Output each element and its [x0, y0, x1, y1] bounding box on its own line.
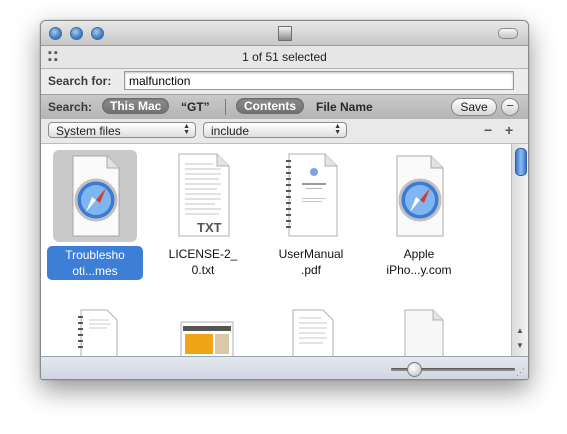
search-row: Search for: [41, 69, 528, 93]
search-input[interactable] [124, 71, 514, 90]
icon-size-slider-knob[interactable] [407, 362, 422, 377]
file-caption[interactable]: Troublesho oti...mes [47, 246, 143, 280]
pdf-document-icon [78, 309, 118, 356]
scope-separator [225, 99, 226, 115]
scope-file-name-button[interactable]: File Name [316, 100, 373, 114]
safari-document-icon [396, 155, 444, 237]
scroll-up-arrow-icon[interactable]: ▲ [516, 326, 524, 335]
selection-status: 1 of 51 selected [242, 50, 327, 64]
text-document-icon [292, 309, 334, 356]
file-thumbnail[interactable]: TXT [161, 150, 245, 242]
finder-search-window: ▪▪▪▪ 1 of 51 selected Search for: Search… [40, 20, 529, 380]
scope-contents-button[interactable]: Contents [236, 98, 304, 114]
resize-grip-icon[interactable]: ⋰ [516, 368, 525, 377]
status-bar: ▪▪ ▪▪ 1 of 51 selected [41, 46, 528, 69]
remove-search-button[interactable]: − [501, 98, 519, 116]
safari-document-icon [72, 155, 120, 237]
remove-criterion-button[interactable]: − [484, 122, 492, 138]
bottom-bar: ⋰ [41, 356, 528, 379]
title-bar[interactable] [41, 21, 528, 46]
kind-popup[interactable]: System files ▲ ▼ [48, 122, 196, 138]
scroll-thumb[interactable] [515, 148, 527, 176]
results-icon-view: Troublesho oti...mes TXT LICENSE-2_ 0.tx… [41, 144, 511, 356]
vertical-scrollbar[interactable]: ▲ ▼ [511, 144, 528, 356]
file-thumbnail[interactable] [269, 150, 353, 242]
kind-popup-value: System files [56, 124, 121, 138]
scope-gt-button[interactable]: “GT” [181, 100, 210, 114]
toolbar-toggle-button[interactable] [498, 28, 518, 39]
scope-label: Search: [48, 100, 93, 114]
scope-this-mac-button[interactable]: This Mac [102, 98, 170, 114]
minimize-button[interactable] [70, 27, 83, 40]
folder-proxy-icon[interactable] [278, 26, 292, 41]
popup-arrows-icon: ▲ ▼ [183, 123, 190, 136]
file-caption[interactable]: UserManual .pdf [263, 246, 359, 278]
file-thumbnail[interactable] [377, 150, 461, 242]
popup-arrows-icon: ▲ ▼ [334, 123, 341, 136]
mode-popup-value: include [211, 124, 250, 138]
pdf-document-icon [180, 321, 234, 356]
add-criterion-button[interactable]: + [505, 122, 513, 138]
file-caption[interactable]: Apple iPho...y.com [371, 246, 467, 278]
blank-document-icon [404, 309, 444, 356]
close-button[interactable] [49, 27, 62, 40]
search-for-label: Search for: [48, 74, 112, 88]
save-search-button[interactable]: Save [451, 98, 497, 116]
file-caption[interactable]: LICENSE-2_ 0.txt [155, 246, 251, 278]
criteria-row: System files ▲ ▼ include ▲ ▼ − + [41, 119, 528, 144]
zoom-button[interactable] [91, 27, 104, 40]
txt-badge: TXT [197, 220, 222, 235]
scope-bar: Search: This Mac “GT” Contents File Name… [41, 94, 528, 120]
file-thumbnail[interactable] [53, 150, 137, 242]
scroll-down-arrow-icon[interactable]: ▼ [516, 341, 524, 350]
mode-popup[interactable]: include ▲ ▼ [203, 122, 347, 138]
pdf-document-icon [286, 153, 338, 237]
